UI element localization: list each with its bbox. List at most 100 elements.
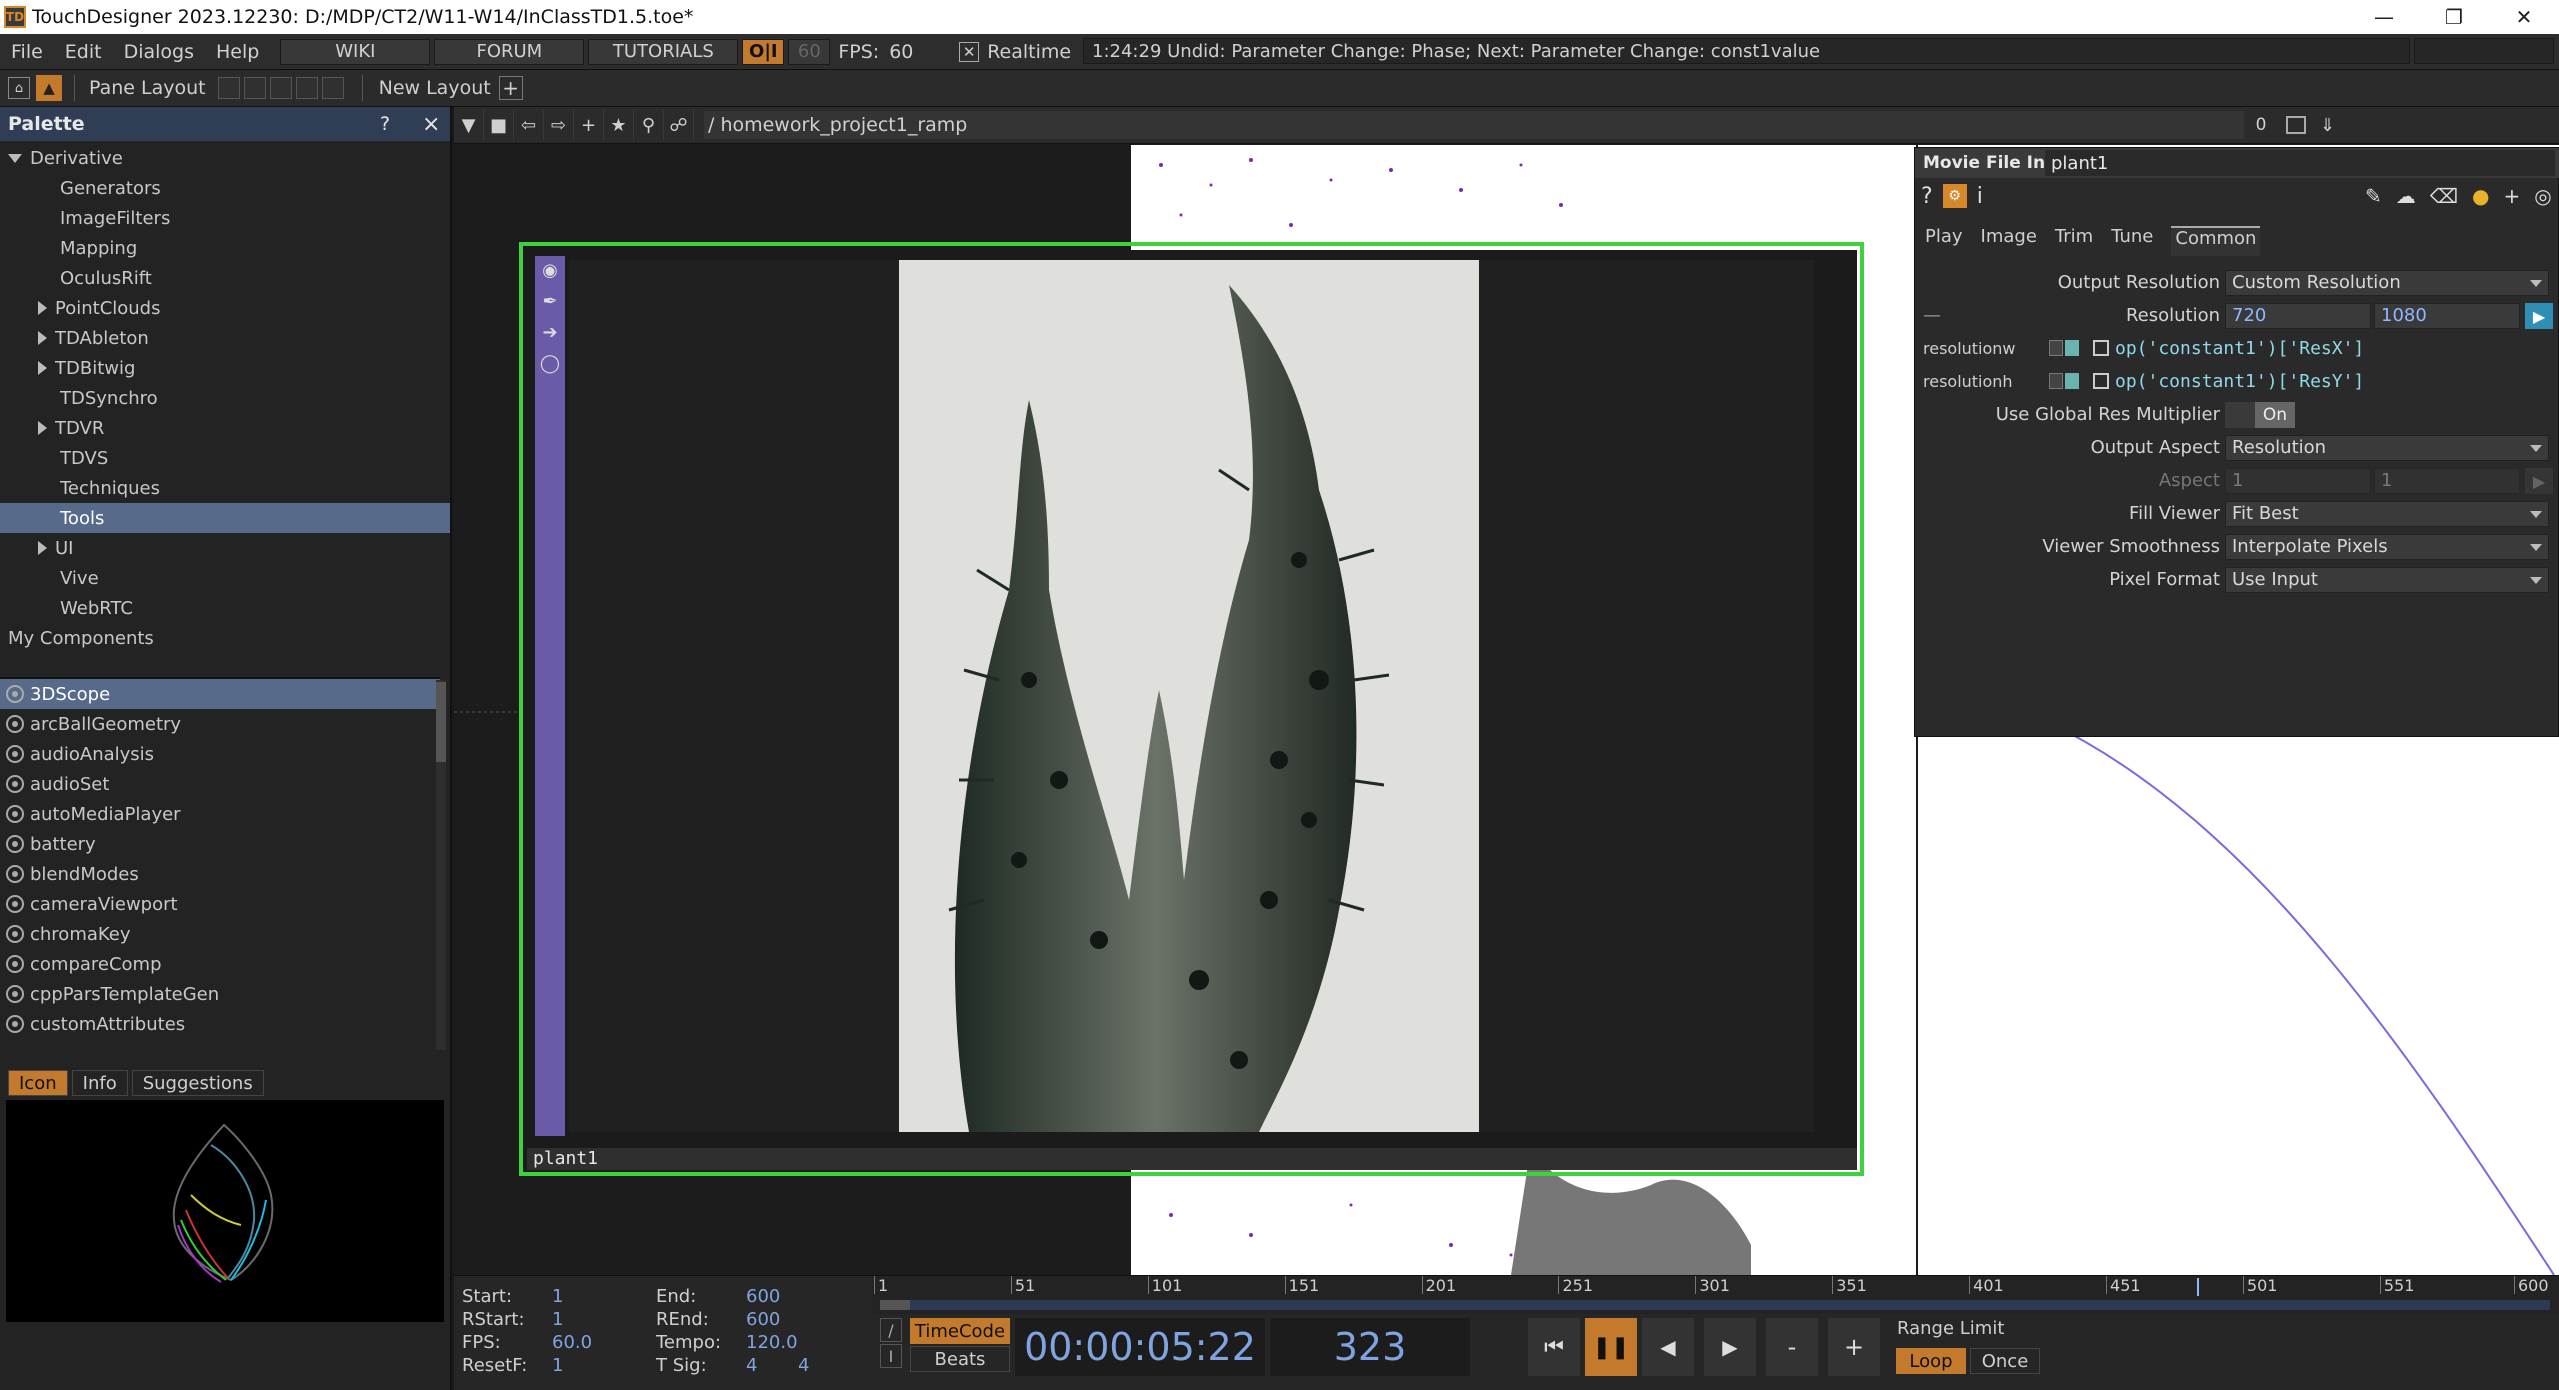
minimize-button[interactable]: — [2349, 0, 2419, 34]
op-name-field[interactable]: plant1 [2045, 150, 2555, 176]
lock-icon[interactable]: ◯ [535, 353, 565, 374]
layout-single-icon[interactable] [217, 77, 240, 99]
collapse-arrow-icon[interactable] [38, 361, 47, 375]
pane-type-icon[interactable]: ▲ [36, 75, 62, 101]
tab-suggestions[interactable]: Suggestions [131, 1070, 264, 1096]
tab-play[interactable]: Play [1925, 226, 1963, 256]
edit-icon[interactable]: ✎ [2365, 184, 2382, 208]
range-bar[interactable] [880, 1300, 2550, 1310]
plant1-node[interactable]: ◉ ✒ ➔ ◯ plant1 [519, 242, 1864, 1176]
oi-button[interactable]: O|I [742, 38, 785, 65]
palette-tree-item[interactable]: TDSynchro [0, 383, 450, 413]
palette-tree-item[interactable]: Derivative [0, 143, 450, 173]
aspect-2-field[interactable]: 1 [2374, 467, 2520, 494]
pause-button[interactable]: ❚❚ [1585, 1318, 1637, 1376]
start-value[interactable]: 1 [552, 1286, 563, 1307]
component-item[interactable]: compareComp [0, 949, 440, 979]
fill-viewer-menu[interactable]: Fit Best [2225, 500, 2549, 527]
step-back-button[interactable]: ◀ [1642, 1318, 1694, 1376]
close-window-button[interactable]: ✕ [2489, 0, 2559, 34]
output-aspect-menu[interactable]: Resolution [2225, 434, 2549, 461]
component-scrollbar[interactable] [436, 680, 446, 1050]
collapse-arrow-icon[interactable] [38, 301, 47, 315]
stop-icon[interactable]: ■ [484, 110, 514, 140]
tab-common[interactable]: Common [2171, 226, 2261, 256]
resetf-value[interactable]: 1 [552, 1355, 563, 1376]
home-icon[interactable]: ⌂ [8, 77, 30, 99]
menu-dialogs[interactable]: Dialogs [113, 41, 205, 63]
link-icon[interactable]: ☍ [664, 110, 694, 140]
tab-trim[interactable]: Trim [2055, 226, 2093, 256]
tsig-b-value[interactable]: 4 [798, 1355, 809, 1376]
palette-tree-item[interactable]: ImageFilters [0, 203, 450, 233]
palette-tree-item[interactable]: OculusRift [0, 263, 450, 293]
resolutionw-expression[interactable]: op('constant1')['ResX'] [2115, 338, 2364, 359]
tempo-value[interactable]: 120.0 [746, 1332, 798, 1353]
tab-icon[interactable]: Icon [8, 1070, 68, 1096]
target-icon[interactable]: ◎ [2534, 184, 2551, 208]
collapse-arrow-icon[interactable] [38, 541, 47, 555]
expr-checkbox-w[interactable] [2093, 340, 2109, 356]
maximize-pane-icon[interactable] [2286, 116, 2306, 134]
realtime-checkbox[interactable]: ✕ [959, 41, 980, 62]
tab-image[interactable]: Image [1981, 226, 2037, 256]
component-item[interactable]: blendModes [0, 859, 440, 889]
expr-checkbox-h[interactable] [2093, 373, 2109, 389]
palette-tree-item[interactable]: Mapping [0, 233, 450, 263]
palette-tree-item[interactable]: TDBitwig [0, 353, 450, 383]
palette-tree-item[interactable]: My Components [0, 623, 450, 653]
palette-close-button[interactable]: × [422, 112, 440, 137]
expand-arrow-icon[interactable] [8, 153, 22, 163]
component-item[interactable]: customAttributes [0, 1009, 440, 1039]
arrow-right-icon[interactable]: ➔ [535, 322, 565, 343]
frame-display[interactable]: 323 [1270, 1318, 1470, 1376]
comment-icon[interactable]: ☁ [2396, 184, 2416, 208]
global-res-toggle[interactable]: On [2225, 402, 2295, 428]
palette-tree-item[interactable]: UI [0, 533, 450, 563]
timeline-ruler[interactable]: 1 51 101 151 201 251 301 351 401 451 501 551 600 [872, 1276, 2559, 1314]
fps-timeline-value[interactable]: 60.0 [552, 1332, 592, 1353]
component-item[interactable]: battery [0, 829, 440, 859]
search-icon[interactable]: ⚲ [634, 110, 664, 140]
collapse-arrow-icon[interactable] [38, 331, 47, 345]
component-item[interactable]: chromaKey [0, 919, 440, 949]
resolution-h-field[interactable]: 1080 [2374, 302, 2520, 329]
tutorials-button[interactable]: TUTORIALS [588, 38, 739, 65]
palette-help-button[interactable]: ? [380, 113, 390, 135]
palette-tree-item[interactable]: Techniques [0, 473, 450, 503]
beats-button[interactable]: Beats [910, 1346, 1010, 1372]
rstart-value[interactable]: 1 [552, 1309, 563, 1330]
tab-info[interactable]: Info [71, 1070, 128, 1096]
tab-tune[interactable]: Tune [2111, 226, 2153, 256]
aspect-1-field[interactable]: 1 [2225, 467, 2371, 494]
back-icon[interactable]: ⇦ [514, 110, 544, 140]
collapse-arrow-icon[interactable] [38, 421, 47, 435]
add-icon[interactable]: + [574, 110, 604, 140]
bar-toggle[interactable]: I [880, 1344, 902, 1368]
forum-button[interactable]: FORUM [434, 38, 585, 65]
wiki-button[interactable]: WIKI [280, 38, 431, 65]
tsig-a-value[interactable]: 4 [746, 1355, 757, 1376]
python-help-icon[interactable]: ⚙ [1942, 184, 1967, 208]
info-icon[interactable]: i [1977, 184, 1983, 209]
network-path[interactable]: / homework_project1_ramp [704, 111, 2244, 139]
palette-tree-item[interactable]: PointClouds [0, 293, 450, 323]
python-icon[interactable]: ● [2472, 184, 2489, 208]
rend-value[interactable]: 600 [746, 1309, 780, 1330]
component-item[interactable]: audioAnalysis [0, 739, 440, 769]
decrement-button[interactable]: - [1766, 1318, 1818, 1376]
menu-edit[interactable]: Edit [54, 41, 113, 63]
menu-file[interactable]: File [0, 41, 54, 63]
pixel-format-menu[interactable]: Use Input [2225, 566, 2549, 593]
rewind-button[interactable]: ⏮ [1528, 1318, 1580, 1376]
resolution-w-field[interactable]: 720 [2225, 302, 2371, 329]
timecode-display[interactable]: 00:00:05:22 [1015, 1318, 1265, 1376]
loop-button[interactable]: Loop [1896, 1348, 1966, 1374]
viewer-smoothness-menu[interactable]: Interpolate Pixels [2225, 533, 2549, 560]
palette-tree-item[interactable]: WebRTC [0, 593, 450, 623]
layout-three-icon[interactable] [295, 77, 318, 99]
restore-button[interactable]: ❐ [2419, 0, 2489, 34]
viewer-icon[interactable]: ◉ [535, 260, 565, 281]
component-item[interactable]: cppParsTemplateGen [0, 979, 440, 1009]
resolutionh-expression[interactable]: op('constant1')['ResY'] [2115, 371, 2364, 392]
